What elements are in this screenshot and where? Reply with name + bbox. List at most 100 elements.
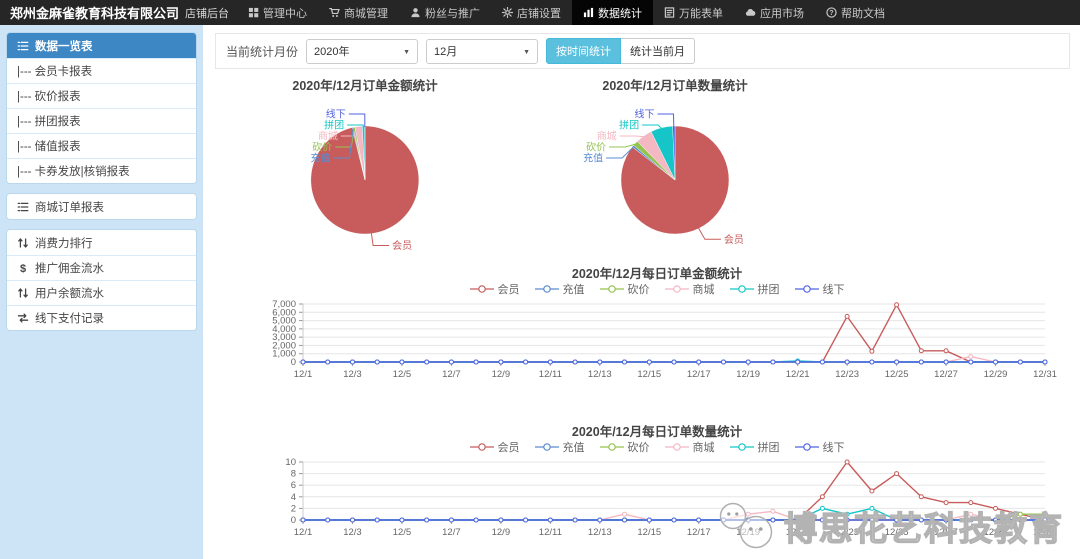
legend-item-充值[interactable]: 充值 (535, 281, 585, 297)
pie-label-line (698, 228, 721, 240)
data-point (746, 518, 750, 522)
sidebar-item[interactable]: |--- 拼团报表 (7, 108, 196, 133)
year-select[interactable]: 2020年 (306, 39, 418, 64)
sidebar-item[interactable]: |--- 砍价报表 (7, 83, 196, 108)
pie-label: 线下 (326, 108, 346, 121)
legend-item-砍价[interactable]: 砍价 (600, 439, 650, 455)
nav-item-grid[interactable]: 管理中心 (237, 0, 318, 25)
legend-item-线下[interactable]: 线下 (795, 281, 845, 297)
sidebar-item-label: |--- 储值报表 (17, 138, 81, 154)
legend-item-充值[interactable]: 充值 (535, 439, 585, 455)
data-point (722, 518, 726, 522)
sort-icon (17, 237, 29, 249)
legend-item-拼团[interactable]: 拼团 (730, 439, 780, 455)
legend-item-线下[interactable]: 线下 (795, 439, 845, 455)
sidebar-item-label: 用户余额流水 (35, 285, 104, 301)
brand: 郑州金麻雀教育科技有限公司 店铺后台 (0, 0, 237, 25)
data-point (969, 355, 973, 359)
x-tick-label: 12/31 (1033, 527, 1057, 538)
data-point (820, 495, 824, 499)
x-tick-label: 12/5 (393, 369, 412, 380)
stat-current-month-button[interactable]: 统计当前月 (621, 38, 695, 64)
data-point (944, 501, 948, 505)
nav-item-help[interactable]: ?帮助文档 (815, 0, 896, 25)
sidebar-item-label: |--- 卡券发放|核销报表 (17, 163, 130, 179)
data-point (573, 360, 577, 364)
data-point (820, 360, 824, 364)
pie-label: 会员 (392, 239, 412, 250)
legend-item-会员[interactable]: 会员 (470, 439, 520, 455)
data-point (845, 518, 849, 522)
x-tick-label: 12/17 (687, 527, 711, 538)
year-select-value: 2020年 (314, 43, 349, 59)
gear-icon (502, 7, 513, 18)
legend-item-会员[interactable]: 会员 (470, 281, 520, 297)
data-point (771, 509, 775, 513)
y-tick-label: 7,000 (272, 299, 296, 310)
sidebar-item[interactable]: |--- 会员卡报表 (7, 58, 196, 83)
sidebar-item[interactable]: 线下支付记录 (7, 305, 196, 330)
data-point (697, 518, 701, 522)
nav-item-gear[interactable]: 店铺设置 (491, 0, 572, 25)
filter-label: 当前统计月份 (226, 43, 298, 60)
sidebar-item[interactable]: 数据一览表 (7, 33, 196, 58)
chart-legend: 会员 充值 砍价 商城 拼团 线下 (251, 438, 1063, 456)
chart-title: 2020年/12月订单金额统计 (215, 75, 515, 92)
sidebar-item[interactable]: |--- 储值报表 (7, 133, 196, 158)
data-point (969, 501, 973, 505)
x-tick-label: 12/21 (786, 369, 810, 380)
x-tick-label: 12/27 (934, 369, 958, 380)
legend-item-砍价[interactable]: 砍价 (600, 281, 650, 297)
pie-label-line (658, 114, 674, 127)
sidebar-item[interactable]: 商城订单报表 (7, 194, 196, 219)
x-tick-label: 12/23 (835, 527, 859, 538)
data-point (746, 512, 750, 516)
legend-label: 会员 (498, 281, 520, 297)
legend-item-商城[interactable]: 商城 (665, 439, 715, 455)
sidebar: 数据一览表 |--- 会员卡报表|--- 砍价报表|--- 拼团报表 |--- 储值… (0, 25, 203, 559)
data-point (375, 518, 379, 522)
x-tick-label: 12/3 (343, 369, 362, 380)
data-point (994, 360, 998, 364)
line-chart-daily-amount: 2020年/12月每日订单金额统计 会员 充值 砍价 商城 拼团 线下 01,0… (251, 263, 1063, 399)
legend-item-商城[interactable]: 商城 (665, 281, 715, 297)
nav-item-bar-chart[interactable]: 数据统计 (572, 0, 653, 25)
list-icon (17, 40, 29, 52)
data-point (400, 360, 404, 364)
sidebar-item[interactable]: $推广佣金流水 (7, 255, 196, 280)
svg-text:$: $ (20, 263, 26, 274)
x-tick-label: 12/9 (492, 369, 511, 380)
sidebar-item[interactable]: 用户余额流水 (7, 280, 196, 305)
sidebar-item[interactable]: 消费力排行 (7, 230, 196, 255)
data-point (845, 360, 849, 364)
filter-bar: 当前统计月份 2020年 12月 按时间统计 统计当前月 (215, 33, 1070, 69)
sidebar-item-label: 数据一览表 (35, 38, 93, 54)
nav-item-cloud[interactable]: 应用市场 (734, 0, 815, 25)
legend-label: 商城 (693, 439, 715, 455)
legend-marker-icon (730, 284, 754, 294)
nav-item-cart[interactable]: 商城管理 (318, 0, 399, 25)
data-point (301, 360, 305, 364)
brand-suffix: 店铺后台 (185, 5, 229, 21)
legend-item-拼团[interactable]: 拼团 (730, 281, 780, 297)
month-select[interactable]: 12月 (426, 39, 538, 64)
data-point (598, 360, 602, 364)
legend-marker-icon (600, 442, 624, 452)
data-point (771, 518, 775, 522)
nav-item-user[interactable]: 粉丝与推广 (399, 0, 491, 25)
data-point (647, 360, 651, 364)
data-point (1043, 360, 1047, 364)
data-point (771, 360, 775, 364)
sidebar-item[interactable]: |--- 卡券发放|核销报表 (7, 158, 196, 183)
stat-by-time-button[interactable]: 按时间统计 (546, 38, 621, 64)
data-point (326, 518, 330, 522)
data-point (722, 360, 726, 364)
data-point (969, 512, 973, 516)
pie-label: 商城 (597, 130, 617, 143)
data-point (944, 360, 948, 364)
pie-label-line (620, 136, 645, 137)
y-tick-label: 6 (291, 480, 296, 491)
grid-icon (248, 7, 259, 18)
company-name: 郑州金麻雀教育科技有限公司 (10, 3, 179, 22)
nav-item-form[interactable]: 万能表单 (653, 0, 734, 25)
